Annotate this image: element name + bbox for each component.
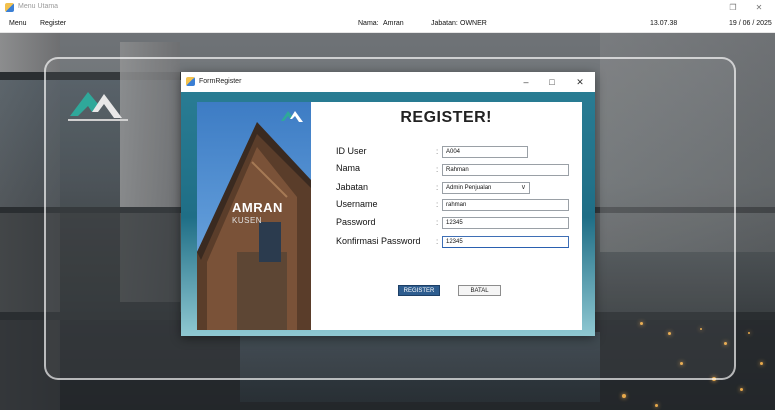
app-form-icon bbox=[5, 3, 14, 12]
colon: : bbox=[436, 218, 439, 227]
nama-input[interactable]: Rahman bbox=[442, 164, 569, 176]
jabatan-field-label: Jabatan bbox=[336, 182, 369, 192]
id-user-input[interactable]: A004 bbox=[442, 146, 528, 158]
id-user-label: ID User bbox=[336, 146, 367, 156]
jabatan-label: Jabatan: bbox=[431, 20, 458, 27]
close-dialog-icon[interactable]: ✕ bbox=[572, 75, 588, 89]
menu-item-menu[interactable]: Menu bbox=[9, 20, 27, 27]
dialog-form-icon bbox=[186, 77, 195, 86]
form-panel: REGISTER! ID User : A004 Nama : Rahman J… bbox=[311, 102, 582, 330]
current-date: 19 / 06 / 2025 bbox=[729, 20, 772, 27]
minimize-icon[interactable]: – bbox=[518, 75, 534, 89]
konfirmasi-password-input[interactable]: 12345 bbox=[442, 236, 569, 248]
batal-button[interactable]: BATAL bbox=[458, 285, 501, 296]
colon: : bbox=[436, 147, 439, 156]
window-title: Menu Utama bbox=[18, 3, 59, 10]
colon: : bbox=[436, 165, 439, 174]
username-input[interactable]: rahman bbox=[442, 199, 569, 211]
restore-icon[interactable]: ❐ bbox=[726, 2, 740, 14]
jabatan-select[interactable]: Admin Penjualan ∨ bbox=[442, 182, 530, 194]
colon: : bbox=[436, 183, 439, 192]
jabatan-value: OWNER bbox=[460, 20, 487, 27]
nama-value: Amran bbox=[383, 20, 404, 27]
username-label: Username bbox=[336, 199, 378, 209]
chevron-down-icon[interactable]: ∨ bbox=[521, 183, 526, 193]
dialog-titlebar: FormRegister – □ ✕ bbox=[181, 72, 595, 92]
jabatan-selected-value: Admin Penjualan bbox=[446, 185, 492, 191]
menu-item-register[interactable]: Register bbox=[40, 20, 66, 27]
password-label: Password bbox=[336, 217, 376, 227]
close-icon[interactable]: ✕ bbox=[752, 2, 766, 14]
password-input[interactable]: 12345 bbox=[442, 217, 569, 229]
colon: : bbox=[436, 237, 439, 246]
brand-photo: AMRAN KUSEN bbox=[197, 102, 311, 330]
register-dialog: FormRegister – □ ✕ AMRAN KUSEN REGISTER!… bbox=[181, 72, 595, 336]
nama-field-label: Nama bbox=[336, 163, 361, 173]
register-button[interactable]: REGISTER bbox=[398, 285, 440, 296]
register-heading: REGISTER! bbox=[400, 109, 492, 126]
dialog-title: FormRegister bbox=[199, 78, 242, 85]
amran-logo-icon bbox=[68, 92, 128, 121]
konfirmasi-password-label: Konfirmasi Password bbox=[336, 236, 421, 246]
window-titlebar: Menu Utama ❐ ✕ bbox=[0, 0, 775, 16]
clock-time: 13.07.38 bbox=[650, 20, 678, 27]
colon: : bbox=[436, 200, 439, 209]
maximize-icon[interactable]: □ bbox=[544, 75, 560, 89]
brand-name: AMRAN bbox=[232, 200, 283, 215]
brand-sub: KUSEN bbox=[232, 216, 263, 225]
nama-label: Nama: bbox=[358, 20, 379, 27]
